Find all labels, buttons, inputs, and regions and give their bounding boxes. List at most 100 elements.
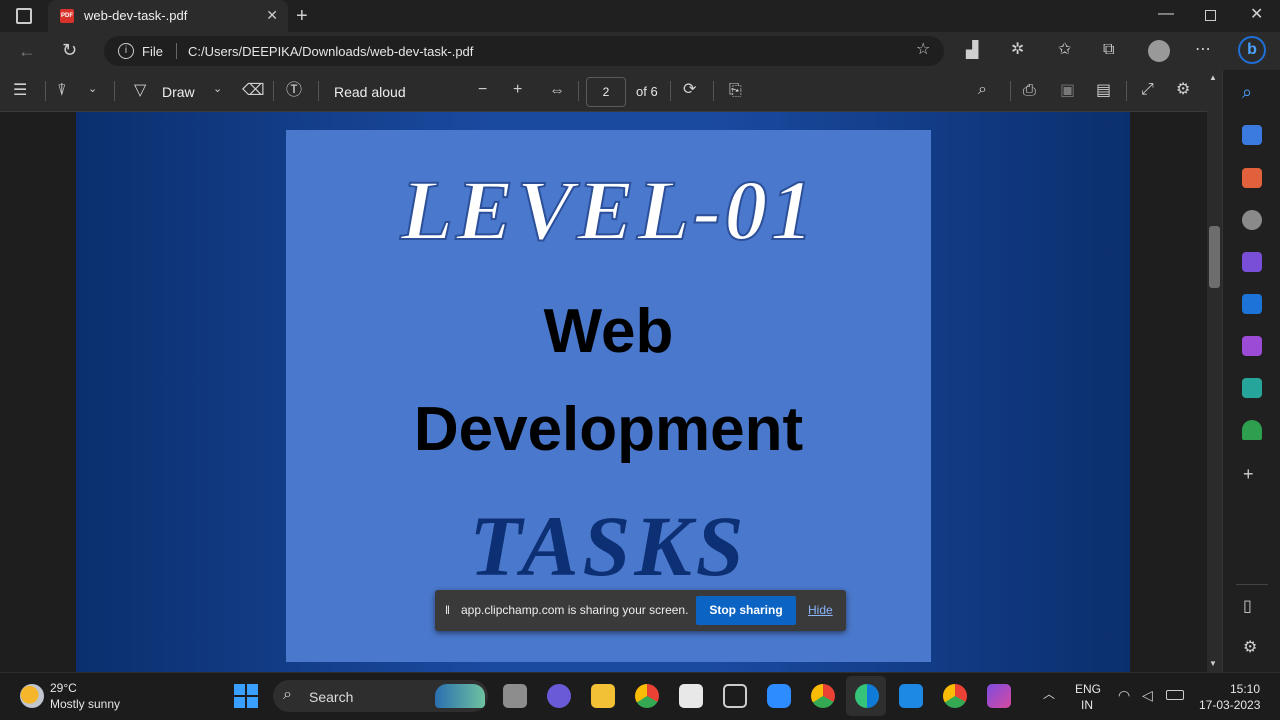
draw-icon[interactable]: ▽ [134, 83, 146, 99]
clipchamp-icon[interactable] [987, 684, 1011, 708]
zoom-in-icon[interactable]: + [513, 82, 522, 98]
divider [318, 81, 319, 101]
url-text: C:/Users/DEEPIKA/Downloads/web-dev-task-… [188, 44, 474, 59]
eraser-icon[interactable]: ⌫ [242, 83, 265, 99]
close-tab-icon[interactable]: ✕ [266, 7, 278, 24]
search-icon[interactable]: ⌕ [978, 82, 987, 98]
divider [1126, 81, 1127, 101]
info-icon[interactable]: i [118, 43, 134, 59]
start-icon[interactable] [234, 684, 258, 708]
language-line1[interactable]: ENG [1075, 682, 1101, 696]
volume-icon[interactable]: ◁ [1142, 688, 1153, 702]
copilot-icon[interactable]: b [1238, 36, 1266, 64]
collections-icon[interactable]: ⧉ [1103, 42, 1114, 58]
store-icon[interactable] [679, 684, 703, 708]
more-icon[interactable]: ⋯ [1195, 42, 1211, 58]
wifi-icon[interactable]: ◠ [1118, 688, 1130, 702]
omnibox[interactable]: i File C:/Users/DEEPIKA/Downloads/web-de… [104, 36, 944, 66]
divider [670, 81, 671, 101]
edge-sidebar [1222, 70, 1280, 672]
file-explorer-icon[interactable] [591, 684, 615, 708]
slide-tasks-heading: TASKS [469, 498, 748, 594]
language-line2[interactable]: IN [1081, 698, 1093, 712]
vscode-icon[interactable] [899, 684, 923, 708]
zoom-icon[interactable] [767, 684, 791, 708]
divider [578, 81, 579, 101]
designer-icon[interactable] [1242, 336, 1262, 356]
scroll-down-icon[interactable]: ▼ [1209, 660, 1217, 668]
tools-icon[interactable] [1242, 168, 1262, 188]
task-view-icon[interactable] [503, 684, 527, 708]
vertical-scrollbar[interactable] [1207, 72, 1222, 672]
sidebar-search-icon[interactable]: ⌕ [1242, 83, 1252, 101]
print-icon[interactable]: ⎙ [1023, 83, 1036, 99]
page-view-icon[interactable]: ⎘ [729, 83, 742, 99]
performance-icon[interactable]: ▟ [966, 43, 978, 59]
outlook-icon[interactable] [1242, 294, 1262, 314]
add-sidebar-icon[interactable]: + [1243, 465, 1254, 483]
divider [114, 81, 115, 101]
screen-share-banner: ‖ app.clipchamp.com is sharing your scre… [435, 590, 846, 631]
sidebar-settings-icon[interactable]: ⚙ [1243, 640, 1257, 656]
taskbar-search[interactable]: ⌕ Search [273, 680, 488, 712]
extensions-icon[interactable]: ✲ [1011, 42, 1024, 58]
edge-icon[interactable] [855, 684, 879, 708]
minimize-icon[interactable]: — [1158, 6, 1174, 22]
fit-width-icon[interactable]: ⇔ [549, 83, 565, 99]
contents-icon[interactable]: ☰ [13, 83, 27, 99]
tree-icon[interactable] [1242, 420, 1262, 440]
hide-sidebar-icon[interactable]: ▯ [1243, 599, 1252, 615]
divider [45, 81, 46, 101]
slide-level-heading: LEVEL-01 [400, 161, 817, 259]
scrollbar-thumb[interactable] [1209, 226, 1220, 288]
tab-title: web-dev-task-.pdf [84, 8, 188, 23]
stop-sharing-button[interactable]: Stop sharing [696, 596, 796, 625]
weather-icon[interactable] [20, 684, 44, 708]
back-icon[interactable]: ← [18, 42, 36, 60]
chat-icon[interactable] [547, 684, 571, 708]
chrome-alt-icon[interactable] [943, 684, 967, 708]
scroll-up-icon[interactable]: ▲ [1209, 74, 1217, 82]
app-icon[interactable] [723, 684, 747, 708]
battery-icon[interactable] [1166, 690, 1184, 700]
search-icon: ⌕ [283, 686, 292, 703]
chrome-icon[interactable] [635, 684, 659, 708]
weather-desc[interactable]: Mostly sunny [50, 697, 120, 711]
chevron-up-icon[interactable]: ︿ [1043, 688, 1055, 700]
page-number-input[interactable]: 2 [586, 77, 626, 107]
weather-temp[interactable]: 29°C [50, 681, 77, 695]
chrome-profile-icon[interactable] [811, 684, 835, 708]
profile-avatar[interactable] [1148, 40, 1170, 62]
divider [713, 81, 714, 101]
games-icon[interactable] [1242, 210, 1262, 230]
settings-icon[interactable]: ⚙ [1176, 82, 1190, 98]
restore-icon[interactable] [1205, 10, 1216, 21]
read-aloud-button[interactable]: Read aloud [334, 84, 406, 100]
microsoft-365-icon[interactable] [1242, 252, 1262, 272]
send-icon[interactable] [1242, 378, 1262, 398]
tab-active[interactable]: PDF web-dev-task-.pdf ✕ [48, 0, 288, 32]
chevron-down-icon[interactable]: ⌄ [213, 84, 222, 95]
text-icon[interactable]: Ⓣ [286, 83, 302, 99]
refresh-icon[interactable]: ↻ [62, 41, 77, 59]
zoom-out-icon[interactable]: − [478, 82, 487, 98]
tab-actions-icon[interactable] [16, 8, 32, 24]
draw-button[interactable]: Draw [162, 84, 195, 100]
close-window-icon[interactable]: ✕ [1250, 7, 1263, 23]
pdf-icon: PDF [60, 9, 74, 23]
new-tab-icon[interactable]: + [296, 6, 308, 26]
favorites-icon[interactable]: ✩ [1058, 42, 1071, 58]
url-divider [176, 43, 177, 59]
rotate-icon[interactable]: ⟳ [683, 82, 696, 98]
favorite-add-icon[interactable]: ☆ [916, 42, 930, 58]
chevron-down-icon[interactable]: ⌄ [88, 84, 97, 95]
search-highlight-icon [435, 684, 485, 708]
fullscreen-icon[interactable]: ⤢ [1141, 82, 1154, 98]
hide-link[interactable]: Hide [808, 603, 833, 617]
highlight-icon[interactable]: ⍒ [57, 83, 67, 99]
shopping-icon[interactable] [1242, 125, 1262, 145]
clock-date[interactable]: 17-03-2023 [1199, 698, 1260, 712]
save-as-icon[interactable]: ▤ [1096, 83, 1111, 99]
save-icon[interactable]: ▣ [1060, 83, 1075, 99]
clock-time[interactable]: 15:10 [1230, 682, 1260, 696]
